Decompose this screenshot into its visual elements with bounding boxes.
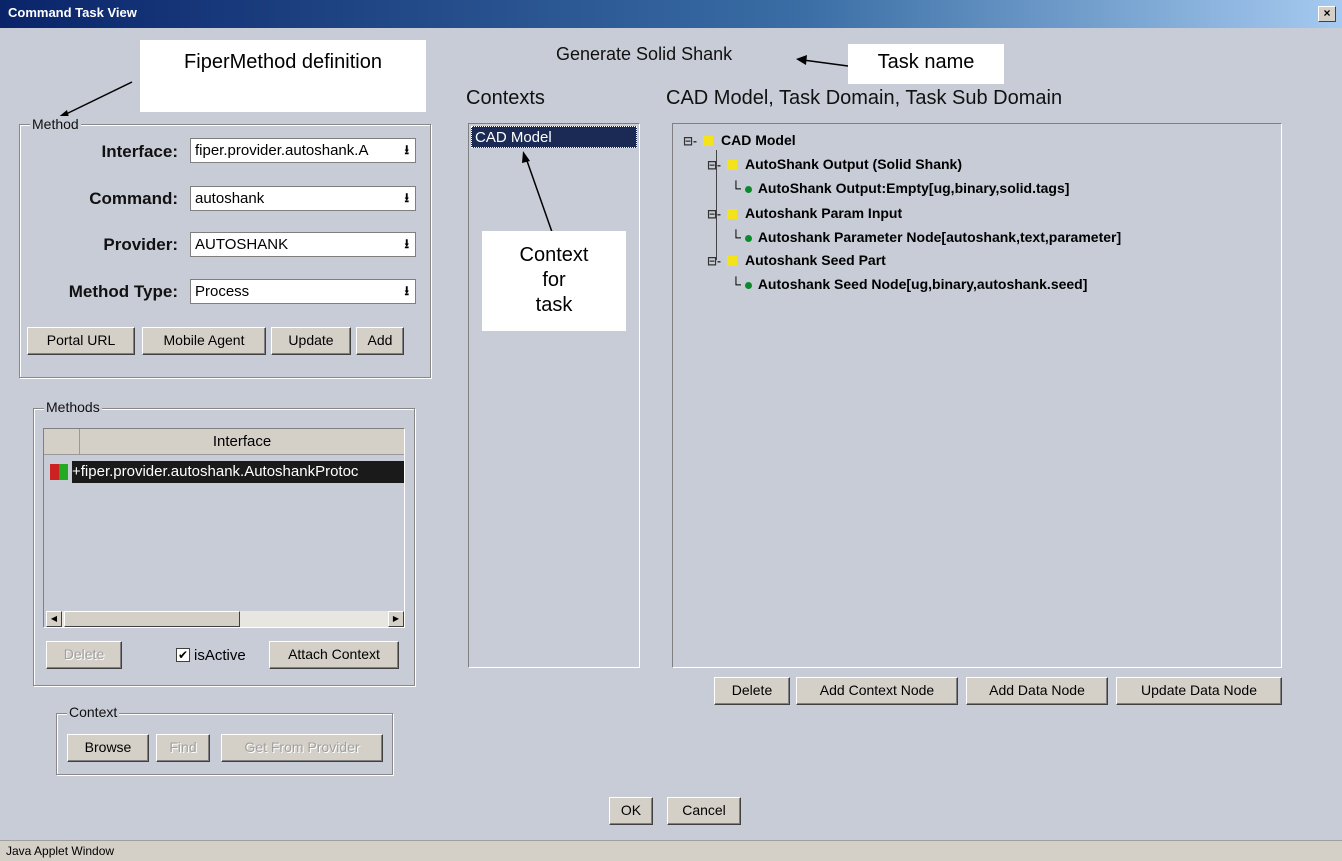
contexts-heading: Contexts xyxy=(466,87,545,109)
methods-legend: Methods xyxy=(44,399,102,415)
leaf-icon xyxy=(744,185,752,193)
task-name-title: Generate Solid Shank xyxy=(556,44,733,64)
folder-icon xyxy=(727,256,737,267)
callout-method-definition: FiperMethod definition xyxy=(140,40,426,112)
interface-select[interactable]: fiper.provider.autoshank.A ⭳ xyxy=(190,138,416,163)
provider-select[interactable]: AUTOSHANK ⭳ xyxy=(190,232,416,257)
title-bar: Command Task View xyxy=(0,0,1342,28)
interface-label: Interface: xyxy=(101,142,178,161)
tree-node[interactable]: ⊟- Autoshank Param Input xyxy=(707,205,902,221)
method-type-label: Method Type: xyxy=(68,282,178,301)
status-bar: Java Applet Window xyxy=(0,840,1342,861)
cancel-button[interactable]: Cancel xyxy=(667,797,741,825)
add-context-node-button[interactable]: Add Context Node xyxy=(796,677,958,705)
update-data-node-button[interactable]: Update Data Node xyxy=(1116,677,1282,705)
delete-method-button[interactable]: Delete xyxy=(46,641,122,669)
is-active-label: isActive xyxy=(194,647,246,664)
down-arrow-icon: ⭳ xyxy=(404,142,409,157)
method-type-select[interactable]: Process ⭳ xyxy=(190,279,416,304)
collapse-icon[interactable]: ⊟- xyxy=(683,134,703,148)
folder-icon xyxy=(727,160,737,171)
update-button[interactable]: Update xyxy=(271,327,351,355)
domain-heading: CAD Model, Task Domain, Task Sub Domain xyxy=(666,87,1063,109)
command-label: Command: xyxy=(89,189,178,208)
down-arrow-icon: ⭳ xyxy=(404,190,409,205)
command-select[interactable]: autoshank ⭳ xyxy=(190,186,416,211)
window-title: Command Task View xyxy=(8,5,137,20)
scroll-left-icon[interactable]: ◀ xyxy=(46,611,62,627)
add-data-node-button[interactable]: Add Data Node xyxy=(966,677,1108,705)
portal-url-button[interactable]: Portal URL xyxy=(27,327,135,355)
folder-icon xyxy=(703,136,713,147)
ok-button[interactable]: OK xyxy=(609,797,653,825)
method-legend: Method xyxy=(30,116,81,132)
callout-context-for-task: Context for task xyxy=(482,231,626,331)
close-icon[interactable]: × xyxy=(1318,6,1336,22)
delete-node-button[interactable]: Delete xyxy=(714,677,790,705)
find-button[interactable]: Find xyxy=(156,734,210,762)
add-button[interactable]: Add xyxy=(356,327,404,355)
provider-label: Provider: xyxy=(103,235,178,254)
is-active-checkbox[interactable]: ✔ xyxy=(176,648,190,662)
row-header-cell xyxy=(44,429,80,455)
callout-method-text: FiperMethod definition xyxy=(184,51,382,73)
tree-leaf[interactable]: └ Autoshank Parameter Node[autoshank,tex… xyxy=(731,229,1121,245)
collapse-icon[interactable]: ⊟- xyxy=(707,254,727,268)
down-arrow-icon: ⭳ xyxy=(404,236,409,251)
collapse-icon[interactable]: ⊟- xyxy=(707,207,727,221)
interface-column-header[interactable]: Interface xyxy=(80,429,404,455)
leaf-icon xyxy=(744,234,752,242)
scroll-right-icon[interactable]: ▶ xyxy=(388,611,404,627)
tree-leaf[interactable]: └ AutoShank Output:Empty[ug,binary,solid… xyxy=(731,180,1069,196)
table-row[interactable]: +fiper.provider.autoshank.AutoshankProto… xyxy=(72,461,404,483)
tree-node[interactable]: ⊟- AutoShank Output (Solid Shank) xyxy=(707,156,962,172)
methods-table: Interface +fiper.provider.autoshank.Auto… xyxy=(43,428,405,628)
folder-icon xyxy=(727,209,737,220)
mobile-agent-button[interactable]: Mobile Agent xyxy=(142,327,266,355)
scroll-thumb[interactable] xyxy=(64,611,240,627)
list-item[interactable]: CAD Model xyxy=(471,126,637,148)
get-from-provider-button[interactable]: Get From Provider xyxy=(221,734,383,762)
context-legend: Context xyxy=(67,704,120,720)
callout-arrow xyxy=(522,151,553,233)
tree-leaf[interactable]: └ Autoshank Seed Node[ug,binary,autoshan… xyxy=(731,276,1087,292)
callout-arrow xyxy=(796,55,849,67)
context-tree[interactable]: ⊟- CAD Model ⊟- AutoShank Output (Solid Sh… xyxy=(672,123,1282,668)
down-arrow-icon: ⭳ xyxy=(404,283,409,298)
status-flag-icon xyxy=(50,464,68,480)
attach-context-button[interactable]: Attach Context xyxy=(269,641,399,669)
status-text: Java Applet Window xyxy=(6,844,115,858)
browse-button[interactable]: Browse xyxy=(67,734,149,762)
tree-node[interactable]: ⊟- Autoshank Seed Part xyxy=(707,252,886,268)
horizontal-scrollbar[interactable]: ◀ ▶ xyxy=(46,611,404,627)
tree-root[interactable]: ⊟- CAD Model xyxy=(683,132,796,148)
leaf-icon xyxy=(744,281,752,289)
callout-task-name: Task name xyxy=(848,44,1004,84)
collapse-icon[interactable]: ⊟- xyxy=(707,158,727,172)
